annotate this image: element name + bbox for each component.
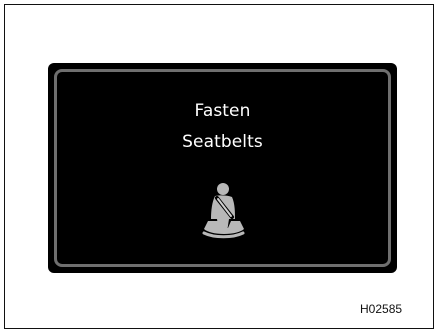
- seatbelt-warning-message: Fasten Seatbelts: [54, 96, 391, 158]
- seatbelt-icon: [202, 183, 245, 239]
- figure-code: H02585: [360, 302, 403, 316]
- warning-line-2: Seatbelts: [182, 132, 263, 152]
- warning-line-1: Fasten: [194, 101, 251, 121]
